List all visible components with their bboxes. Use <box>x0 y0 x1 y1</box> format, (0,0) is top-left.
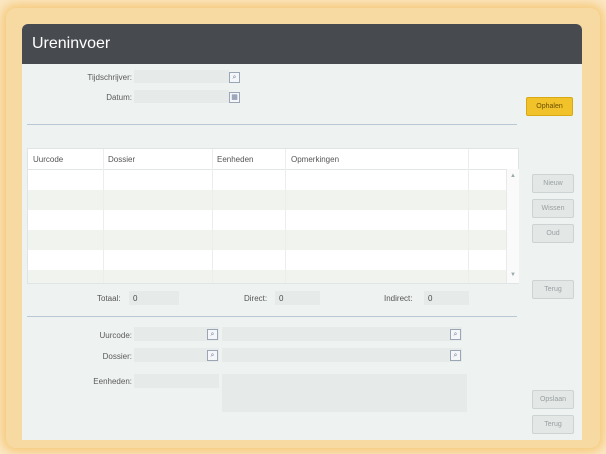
dossier-search-icon[interactable]: ⌕ <box>450 350 461 361</box>
window-title: Ureninvoer <box>32 35 111 52</box>
totals-divider <box>27 316 517 317</box>
table-scrollbar[interactable]: ▲ ▼ <box>506 169 519 283</box>
direct-value: 0 <box>279 294 284 303</box>
col-header-eenheden[interactable]: Eenheden <box>217 155 253 164</box>
column-separator <box>212 149 213 283</box>
totaal-field: 0 <box>129 291 179 305</box>
hours-table: Uurcode Dossier Eenheden Opmerkingen ▲ ▼ <box>27 148 519 284</box>
direct-label: Direct: <box>244 294 268 303</box>
terug-button[interactable]: Terug <box>532 280 574 299</box>
table-row[interactable] <box>28 170 506 190</box>
uurcode-search-icon[interactable]: ⌕ <box>450 329 461 340</box>
datum-label: Datum: <box>106 93 132 102</box>
lookup-icon[interactable]: ⌕ <box>229 72 240 83</box>
column-separator <box>103 149 104 283</box>
header-divider <box>27 124 517 125</box>
uurcode-description-field <box>222 327 462 341</box>
opslaan-button[interactable]: Opslaan <box>532 390 574 409</box>
datum-field[interactable] <box>134 90 229 103</box>
ophalen-button[interactable]: Ophalen <box>526 97 573 116</box>
table-row[interactable] <box>28 210 506 230</box>
scroll-down-icon[interactable]: ▼ <box>510 272 516 278</box>
col-header-opmerkingen[interactable]: Opmerkingen <box>291 155 339 164</box>
uurcode-label: Uurcode: <box>99 331 132 340</box>
tijdschrijver-field[interactable] <box>134 70 229 83</box>
dossier-label: Dossier: <box>102 352 132 361</box>
table-row[interactable] <box>28 190 506 210</box>
table-row[interactable] <box>28 270 506 283</box>
column-separator <box>285 149 286 283</box>
totaal-label: Totaal: <box>97 294 121 303</box>
wissen-button[interactable]: Wissen <box>532 199 574 218</box>
totaal-value: 0 <box>133 294 138 303</box>
eenheden-label: Eenheden: <box>93 377 132 386</box>
column-separator <box>468 149 469 283</box>
opmerkingen-textarea[interactable] <box>222 374 467 412</box>
calendar-icon[interactable]: ▦ <box>229 92 240 103</box>
detail-terug-button[interactable]: Terug <box>532 415 574 434</box>
uurcode-lookup-icon[interactable]: ⌕ <box>207 329 218 340</box>
eenheden-field[interactable] <box>134 374 219 388</box>
oud-button[interactable]: Oud <box>532 224 574 243</box>
indirect-field: 0 <box>424 291 469 305</box>
indirect-label: Indirect: <box>384 294 413 303</box>
table-row[interactable] <box>28 230 506 250</box>
direct-field: 0 <box>275 291 320 305</box>
col-header-dossier[interactable]: Dossier <box>108 155 135 164</box>
col-header-uurcode[interactable]: Uurcode <box>33 155 63 164</box>
table-row[interactable] <box>28 250 506 270</box>
table-header: Uurcode Dossier Eenheden Opmerkingen <box>28 149 518 170</box>
dossier-lookup-icon[interactable]: ⌕ <box>207 350 218 361</box>
scroll-up-icon[interactable]: ▲ <box>510 173 516 179</box>
nieuw-button[interactable]: Nieuw <box>532 174 574 193</box>
dossier-description-field <box>222 348 462 362</box>
tijdschrijver-label: Tijdschrijver: <box>87 73 132 82</box>
ureninvoer-window: Ureninvoer Tijdschrijver: ⌕ Datum: ▦ Oph… <box>22 24 582 440</box>
title-bar: Ureninvoer <box>22 24 582 64</box>
indirect-value: 0 <box>428 294 433 303</box>
